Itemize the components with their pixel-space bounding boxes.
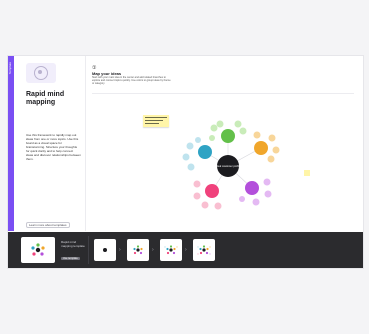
template-steps-bar: Rapid mind mapping template Use template… bbox=[8, 232, 363, 268]
template-mini-thumbnail[interactable] bbox=[21, 237, 55, 263]
use-template-button[interactable]: Use template bbox=[61, 257, 80, 260]
template-info-text: Rapid mind mapping template bbox=[61, 240, 85, 248]
center-node-label: Ideal customer profile bbox=[216, 164, 241, 168]
branch-node-pink bbox=[205, 184, 219, 198]
mindmap-icon bbox=[34, 66, 48, 80]
sidebar-rail-label: Template bbox=[8, 62, 12, 75]
step-3-thumbnail[interactable] bbox=[160, 239, 182, 261]
bar-divider bbox=[88, 236, 89, 264]
arrow-right-icon: › bbox=[185, 247, 187, 253]
step-2-thumbnail[interactable] bbox=[127, 239, 149, 261]
learn-more-link[interactable]: Learn more about templates bbox=[26, 222, 70, 228]
center-dot-icon bbox=[103, 248, 107, 252]
arrow-right-icon: › bbox=[152, 247, 154, 253]
board-canvas[interactable]: ① Map your ideas Start with your main id… bbox=[86, 56, 363, 231]
template-preview-frame: Template Rapid mind mapping Use this fra… bbox=[7, 55, 364, 269]
arrow-right-icon: › bbox=[119, 247, 121, 253]
branch-node-purple bbox=[245, 181, 259, 195]
branch-node-green bbox=[221, 129, 235, 143]
template-description: Use this framework to rapidly map out id… bbox=[26, 133, 81, 161]
template-sidebar: Template Rapid mind mapping Use this fra… bbox=[8, 56, 86, 231]
branch-node-orange bbox=[254, 141, 268, 155]
branch-node-blue bbox=[198, 145, 212, 159]
step-1-thumbnail[interactable] bbox=[94, 239, 116, 261]
template-thumbnail bbox=[26, 63, 56, 83]
template-title: Rapid mind mapping bbox=[26, 91, 65, 106]
sidebar-rail: Template bbox=[8, 56, 14, 231]
step-4-thumbnail[interactable] bbox=[193, 239, 215, 261]
